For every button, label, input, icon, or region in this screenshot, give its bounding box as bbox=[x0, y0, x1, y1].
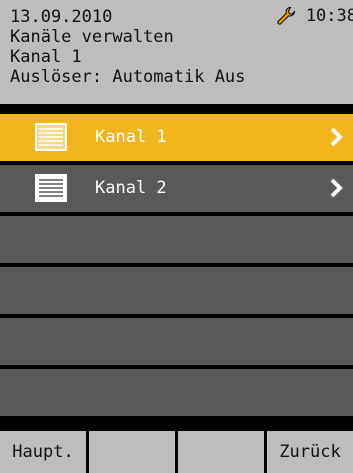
current-channel: Kanal 1 bbox=[10, 47, 82, 67]
home-softkey[interactable]: Haupt. bbox=[0, 431, 86, 473]
softkey-bar: Haupt. Zurück bbox=[0, 431, 353, 473]
list-item-empty[interactable] bbox=[0, 318, 353, 365]
channel-list: Kanal 1 Kanal 2 bbox=[0, 114, 353, 420]
screen: 13.09.2010 10:38 Kanäle verwalten Kanal … bbox=[0, 0, 353, 473]
softkey-2[interactable] bbox=[89, 431, 175, 473]
status-time: 10:38 bbox=[305, 5, 353, 26]
list-item-label: Kanal 1 bbox=[95, 127, 167, 147]
list-item-empty[interactable] bbox=[0, 369, 353, 416]
list-item-kanal-1[interactable]: Kanal 1 bbox=[0, 114, 353, 161]
list-item-empty[interactable] bbox=[0, 267, 353, 314]
wrench-icon bbox=[277, 6, 295, 25]
chevron-right-icon bbox=[330, 127, 343, 147]
chevron-right-icon bbox=[330, 178, 343, 198]
status-date: 13.09.2010 bbox=[10, 6, 113, 27]
page-title: Kanäle verwalten bbox=[10, 27, 174, 47]
channel-list-icon bbox=[35, 174, 67, 202]
back-softkey[interactable]: Zurück bbox=[267, 431, 353, 473]
channel-list-icon bbox=[35, 123, 67, 151]
header-panel: 13.09.2010 10:38 Kanäle verwalten Kanal … bbox=[0, 0, 353, 104]
status-right: 10:38 bbox=[276, 6, 353, 26]
list-item-kanal-2[interactable]: Kanal 2 bbox=[0, 165, 353, 212]
list-item-label: Kanal 2 bbox=[95, 178, 167, 198]
trigger-status: Auslöser: Automatik Aus bbox=[10, 67, 246, 87]
status-row: 13.09.2010 10:38 bbox=[10, 6, 353, 28]
list-item-empty[interactable] bbox=[0, 216, 353, 263]
softkey-3[interactable] bbox=[178, 431, 264, 473]
